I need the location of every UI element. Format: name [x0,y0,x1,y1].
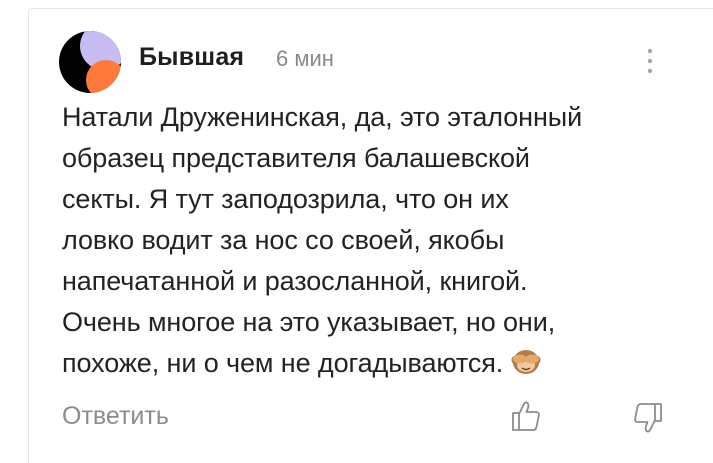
see-no-evil-monkey-icon [511,350,541,374]
like-button[interactable] [508,398,544,434]
comment-line: Натали Друженинская, да, это эталонный [62,102,583,132]
dislike-button[interactable] [630,400,666,436]
page: Бывшая 6 мин Натали Друженинская, да, эт… [0,0,713,463]
comment-line: Очень многое на это указывает, но они, [62,307,556,337]
reply-button[interactable]: Ответить [62,402,169,431]
more-options-button[interactable] [636,44,664,78]
thumbs-down-icon [634,403,662,433]
author-name[interactable]: Бывшая [139,43,244,72]
comment-text: Натали Друженинская, да, это эталонный о… [62,97,692,384]
more-vertical-icon [647,48,653,74]
comment-line: ловко водит за нос со своей, якобы [62,225,505,255]
comment-timestamp: 6 мин [276,46,334,71]
avatar[interactable] [58,30,122,94]
comment-line-text: похоже, ни о чем не догадываются. [62,348,504,378]
comment-line-last: похоже, ни о чем не догадываются. [62,343,692,384]
thumbs-up-icon [512,401,540,431]
avatar-circle-icon [59,31,121,93]
comment-line: напечатанной и разосланной, книгой. [62,266,528,296]
comment-line: секты. Я тут заподозрила, что он их [62,184,509,214]
comment-line: образец представителя балашевской [62,143,530,173]
